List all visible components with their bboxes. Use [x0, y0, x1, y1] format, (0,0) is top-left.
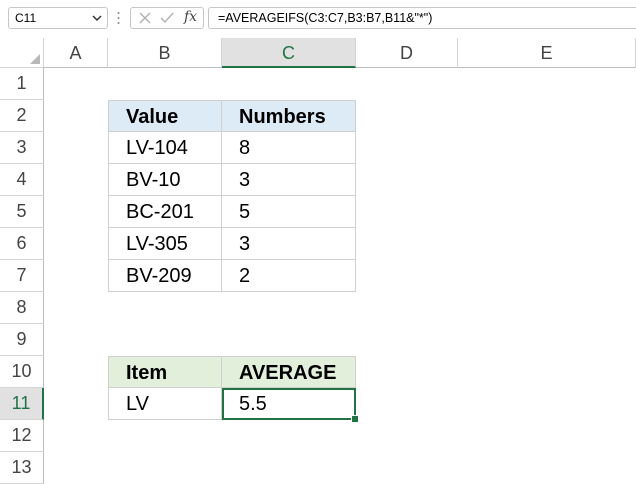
table-header-item[interactable]: Item	[108, 356, 222, 388]
table-cell[interactable]: 3	[222, 228, 356, 260]
table-cell[interactable]: BC-201	[108, 196, 222, 228]
cell-area[interactable]: Value Numbers LV-104 8 BV-10 3 BC-201 5 …	[44, 68, 636, 482]
row-header-11[interactable]: 11	[0, 388, 44, 420]
table-cell[interactable]: 3	[222, 164, 356, 196]
row-header-12[interactable]: 12	[0, 420, 44, 452]
column-header-e[interactable]: E	[458, 38, 636, 68]
formula-text: =AVERAGEIFS(C3:C7,B3:B7,B11&"*")	[218, 11, 433, 25]
insert-function-icon[interactable]: fx	[184, 9, 197, 25]
column-header-c[interactable]: C	[222, 38, 356, 68]
chevron-down-icon[interactable]	[92, 14, 102, 22]
table-cell[interactable]: 5	[222, 196, 356, 228]
table-header-numbers[interactable]: Numbers	[222, 100, 356, 132]
row-header-6[interactable]: 6	[0, 228, 44, 260]
worksheet-grid: A B C D E 1 2 3 4 5 6 7 8 9 10 11 12 13 …	[0, 38, 636, 484]
cancel-icon[interactable]	[138, 11, 152, 25]
active-cell[interactable]: 5.5	[222, 388, 356, 420]
row-header-1[interactable]: 1	[0, 68, 44, 100]
row-header-9[interactable]: 9	[0, 324, 44, 356]
table-cell[interactable]: LV	[108, 388, 222, 420]
row-header-2[interactable]: 2	[0, 100, 44, 132]
select-all-button[interactable]	[0, 38, 44, 68]
row-header-3[interactable]: 3	[0, 132, 44, 164]
table-cell[interactable]: LV-104	[108, 132, 222, 164]
name-box-value: C11	[15, 11, 37, 25]
enter-icon[interactable]	[160, 11, 174, 25]
row-header-10[interactable]: 10	[0, 356, 44, 388]
row-header-5[interactable]: 5	[0, 196, 44, 228]
row-header-7[interactable]: 7	[0, 260, 44, 292]
drag-handle-icon[interactable]	[117, 11, 120, 25]
row-header-13[interactable]: 13	[0, 452, 44, 484]
table-cell[interactable]: 2	[222, 260, 356, 292]
table-cell[interactable]: BV-10	[108, 164, 222, 196]
table-cell[interactable]: BV-209	[108, 260, 222, 292]
column-header-b[interactable]: B	[108, 38, 222, 68]
table-cell[interactable]: LV-305	[108, 228, 222, 260]
name-box[interactable]: C11	[8, 7, 108, 29]
table-header-value[interactable]: Value	[108, 100, 222, 132]
formula-buttons: fx	[130, 7, 204, 29]
fill-handle[interactable]	[351, 415, 359, 423]
row-header-4[interactable]: 4	[0, 164, 44, 196]
row-header-8[interactable]: 8	[0, 292, 44, 324]
table-cell[interactable]: 8	[222, 132, 356, 164]
column-header-a[interactable]: A	[44, 38, 108, 68]
formula-input[interactable]: =AVERAGEIFS(C3:C7,B3:B7,B11&"*")	[208, 7, 636, 29]
formula-bar: C11 fx =AVERAGEIFS(C3:C7,B3:B7,B11&"*")	[0, 0, 636, 38]
column-header-d[interactable]: D	[356, 38, 458, 68]
table-header-average[interactable]: AVERAGE	[222, 356, 356, 388]
